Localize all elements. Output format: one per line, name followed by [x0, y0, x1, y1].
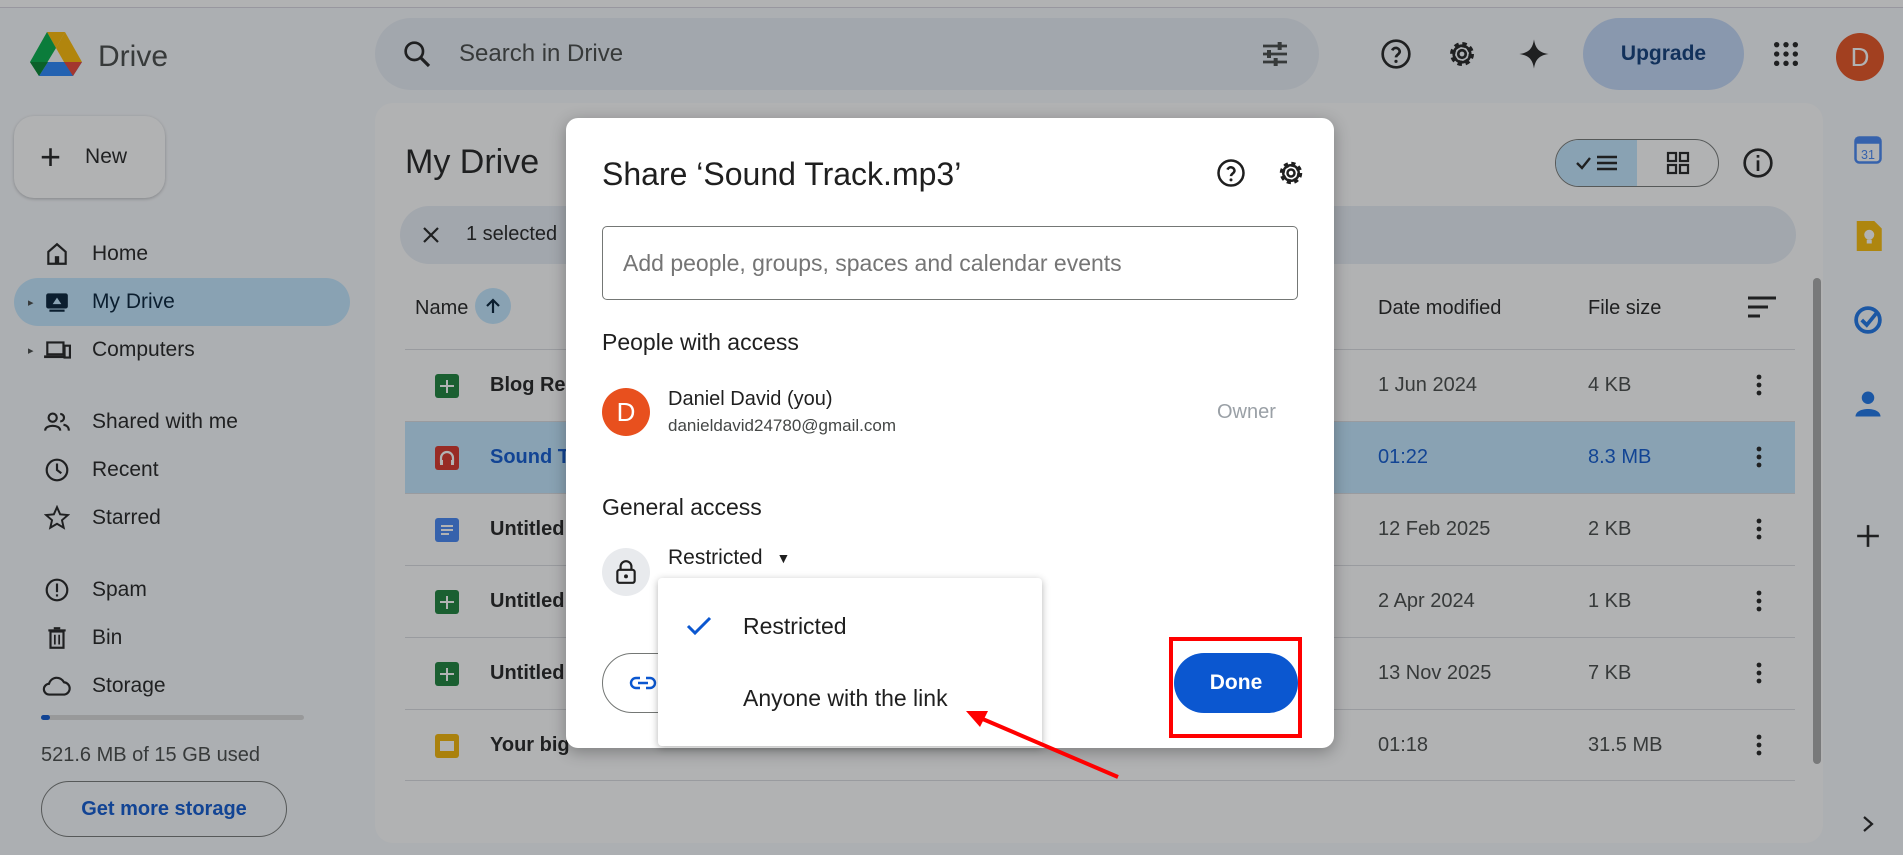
annotation-highlight-box	[1169, 637, 1302, 738]
dropdown-arrow-icon: ▼	[776, 550, 791, 566]
avatar: D	[602, 388, 650, 436]
menu-item-label: Anyone with the link	[743, 684, 948, 711]
link-icon	[629, 676, 657, 690]
menu-item-restricted[interactable]: Restricted	[658, 594, 1042, 658]
general-access-heading: General access	[602, 494, 762, 520]
dialog-title: Share ‘Sound Track.mp3’	[602, 156, 962, 192]
check-icon	[684, 611, 714, 641]
help-icon[interactable]	[1216, 158, 1246, 188]
menu-item-label: Restricted	[743, 612, 847, 639]
general-access-value: Restricted	[668, 546, 763, 569]
annotation-arrow	[966, 711, 1119, 779]
person-name: Daniel David (you)	[668, 388, 833, 410]
general-access-dropdown[interactable]: Restricted ▼	[668, 546, 790, 570]
add-people-input[interactable]	[602, 226, 1298, 300]
person-email: danieldavid24780@gmail.com	[668, 416, 897, 435]
people-with-access-heading: People with access	[602, 329, 799, 355]
person-role: Owner	[1217, 401, 1276, 423]
lock-icon	[602, 548, 650, 596]
share-settings-gear-icon[interactable]	[1276, 158, 1306, 188]
